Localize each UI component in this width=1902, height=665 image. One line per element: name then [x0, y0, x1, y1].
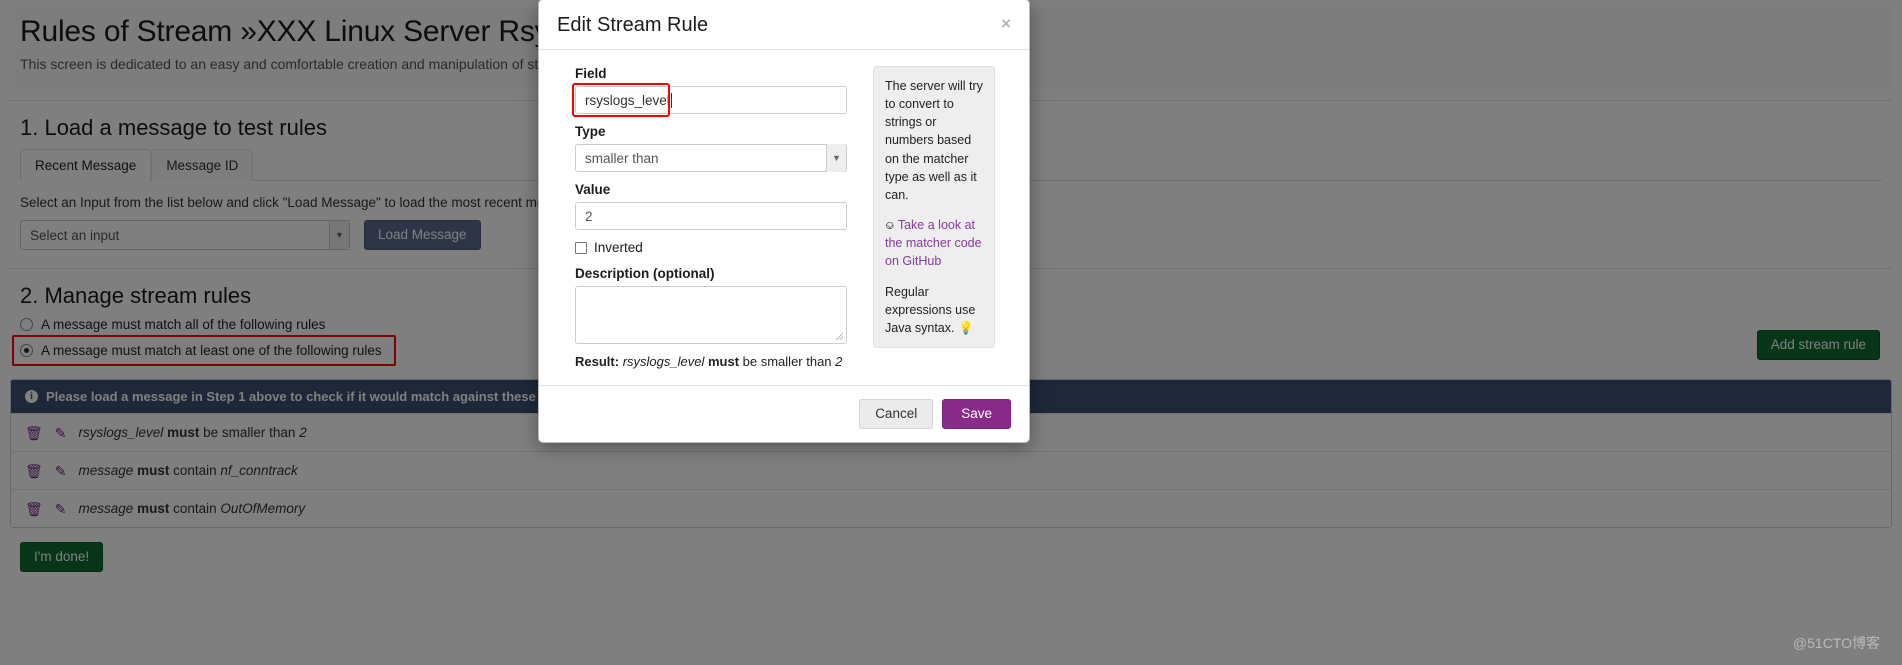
text-cursor [670, 92, 672, 108]
modal-header: Edit Stream Rule × [539, 0, 1029, 50]
result-tail: be smaller than [742, 354, 832, 369]
github-icon: ⎉ [885, 217, 895, 232]
watermark: @51CTO博客 [1792, 635, 1880, 651]
description-label: Description (optional) [575, 266, 715, 281]
save-button[interactable]: Save [942, 399, 1011, 429]
field-input-value: rsyslogs_level [585, 92, 670, 108]
result-prefix: Result: [575, 354, 620, 369]
inverted-checkbox-row[interactable]: Inverted [575, 240, 847, 255]
modal-help-panel: The server will try to convert to string… [873, 66, 995, 348]
matcher-code-link[interactable]: Take a look at the matcher code on GitHu… [885, 218, 982, 269]
chevron-down-icon: ▼ [826, 144, 846, 172]
value-input-wrap: 2 [575, 202, 847, 230]
lightbulb-icon: 💡 [957, 320, 974, 335]
result-value: 2 [835, 354, 843, 369]
stream-rules-page: Rules of Stream »XXX Linux Server Rsyslo… [0, 0, 1902, 665]
type-select-value: smaller than [585, 150, 659, 166]
modal-title: Edit Stream Rule [557, 14, 709, 36]
type-select-wrap: smaller than ▼ [575, 144, 847, 172]
modal-form: Field rsyslogs_level Type smaller than ▼… [572, 66, 847, 369]
value-input-value: 2 [585, 208, 593, 224]
help-paragraph-2: Regular expressions use Java syntax. 💡 [885, 283, 983, 337]
type-select[interactable]: smaller than ▼ [575, 144, 847, 172]
checkbox-icon [575, 241, 587, 254]
modal-footer: Cancel Save [539, 385, 1029, 442]
field-label: Field [575, 66, 607, 81]
modal-body: Field rsyslogs_level Type smaller than ▼… [539, 50, 1029, 385]
help-link-paragraph: ⎉ Take a look at the matcher code on Git… [885, 216, 983, 271]
field-input[interactable]: rsyslogs_level [575, 86, 847, 114]
close-icon[interactable]: × [1001, 15, 1011, 32]
inverted-label: Inverted [594, 240, 643, 255]
description-textarea[interactable] [575, 286, 847, 344]
help-paragraph-1: The server will try to convert to string… [885, 79, 983, 202]
type-label: Type [575, 124, 606, 139]
cancel-button[interactable]: Cancel [859, 399, 934, 429]
value-input[interactable]: 2 [575, 202, 847, 230]
result-must: must [707, 354, 740, 369]
field-input-wrap: rsyslogs_level [572, 83, 847, 117]
result-field: rsyslogs_level [622, 354, 705, 369]
value-label: Value [575, 182, 611, 197]
edit-stream-rule-modal: Edit Stream Rule × Field rsyslogs_level … [538, 0, 1030, 443]
result-text: Result: rsyslogs_level must be smaller t… [575, 354, 847, 369]
